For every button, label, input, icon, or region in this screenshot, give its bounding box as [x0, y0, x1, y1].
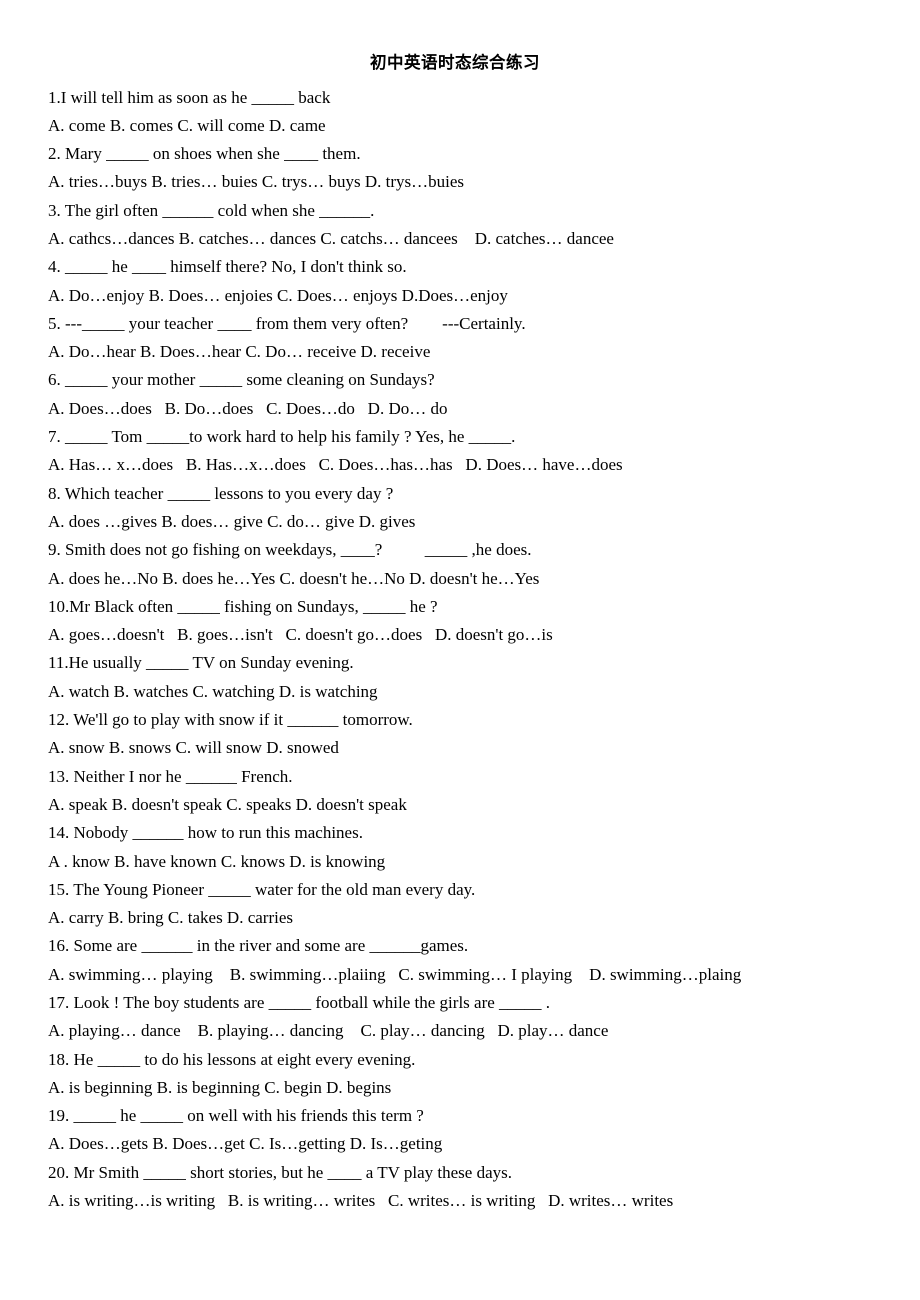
answer-options-line: A. playing… dance B. playing… dancing C.…	[48, 1021, 609, 1041]
answer-options-line: A. speak B. doesn't speak C. speaks D. d…	[48, 794, 407, 814]
question-line: 11.He usually _____ TV on Sunday evening…	[48, 653, 354, 673]
question-line: 4. _____ he ____ himself there? No, I do…	[48, 257, 407, 277]
answer-options-line: A. tries…buys B. tries… buies C. trys… b…	[48, 172, 465, 192]
question-line: 19. _____ he _____ on well with his frie…	[48, 1106, 424, 1126]
exercise-body: 1.I will tell him as soon as he _____ ba…	[0, 72, 920, 1216]
answer-options-line: A. Do…enjoy B. Does… enjoies C. Does… en…	[48, 285, 508, 305]
answer-options-line: A. come B. comes C. will come D. came	[48, 115, 326, 135]
answer-options-line: A. watch B. watches C. watching D. is wa…	[48, 681, 378, 701]
page-title: 初中英语时态综合练习	[370, 53, 540, 72]
question-line: 16. Some are ______ in the river and som…	[48, 936, 469, 956]
question-line: 12. We'll go to play with snow if it ___…	[48, 710, 413, 730]
answer-options-line: A. cathcs…dances B. catches… dances C. c…	[48, 228, 614, 248]
question-line: 6. _____ your mother _____ some cleaning…	[48, 370, 435, 390]
question-line: 5. ---_____ your teacher ____ from them …	[48, 313, 526, 333]
question-line: 13. Neither I nor he ______ French.	[48, 766, 293, 786]
question-line: 1.I will tell him as soon as he _____ ba…	[48, 87, 331, 107]
question-line: 9. Smith does not go fishing on weekdays…	[48, 540, 532, 560]
answer-options-line: A. Does…does B. Do…does C. Does…do D. Do…	[48, 398, 448, 418]
answer-options-line: A. goes…doesn't B. goes…isn't C. doesn't…	[48, 625, 553, 645]
question-line: 10.Mr Black often _____ fishing on Sunda…	[48, 596, 438, 616]
answer-options-line: A. is beginning B. is beginning C. begin…	[48, 1077, 392, 1097]
answer-options-line: A. Does…gets B. Does…get C. Is…getting D…	[48, 1134, 443, 1154]
question-line: 15. The Young Pioneer _____ water for th…	[48, 879, 476, 899]
question-line: 8. Which teacher _____ lessons to you ev…	[48, 483, 394, 503]
answer-options-line: A. Do…hear B. Does…hear C. Do… receive D…	[48, 342, 431, 362]
answer-options-line: A. snow B. snows C. will snow D. snowed	[48, 738, 339, 758]
question-line: 20. Mr Smith _____ short stories, but he…	[48, 1162, 513, 1182]
answer-options-line: A. carry B. bring C. takes D. carries	[48, 908, 294, 928]
document-page: 初中英语时态综合练习 1.I will tell him as soon as …	[0, 0, 920, 1300]
answer-options-line: A. is writing…is writing B. is writing… …	[48, 1191, 674, 1211]
answer-options-line: A. does …gives B. does… give C. do… give…	[48, 511, 416, 531]
question-line: 2. Mary _____ on shoes when she ____ the…	[48, 144, 361, 164]
answer-options-line: A. does he…No B. does he…Yes C. doesn't …	[48, 568, 540, 588]
question-line: 14. Nobody ______ how to run this machin…	[48, 823, 363, 843]
answer-options-line: A. Has… x…does B. Has…x…does C. Does…has…	[48, 455, 623, 475]
question-line: 7. _____ Tom _____to work hard to help h…	[48, 427, 516, 447]
question-line: 3. The girl often ______ cold when she _…	[48, 200, 375, 220]
answer-options-line: A. swimming… playing B. swimming…plaiing…	[48, 964, 742, 984]
answer-options-line: A . know B. have known C. knows D. is kn…	[48, 851, 386, 871]
question-line: 17. Look ! The boy students are _____ fo…	[48, 993, 551, 1012]
question-line: 18. He _____ to do his lessons at eight …	[48, 1049, 416, 1069]
